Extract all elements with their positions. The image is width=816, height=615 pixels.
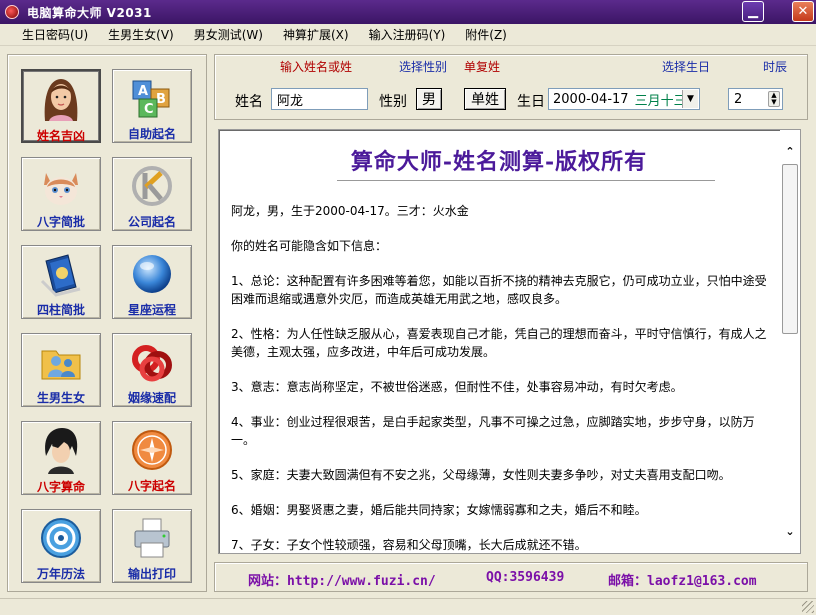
result-paragraph: 阿龙，男，生于2000-04-17。三才：火水金 [231, 204, 469, 218]
app-logo-icon[interactable] [5, 5, 19, 19]
result-paragraph: 7、子女：子女个性较顽强，容易和父母顶嘴，长大后成就还不错。 [231, 538, 587, 552]
tile-label: 万年历法 [36, 567, 85, 581]
tile-four-pillars[interactable]: 四柱简批 [21, 245, 101, 319]
tile-bazi-brief[interactable]: 八字简批 [21, 157, 101, 231]
menu-register[interactable]: 输入注册码(Y) [359, 26, 456, 43]
tile-label: 八字起名 [127, 479, 176, 493]
tile-label: 八字算命 [36, 480, 85, 494]
menu-birthday-code[interactable]: 生日密码(U) [12, 26, 98, 43]
tile-marriage-match[interactable]: 姻缘速配 [112, 333, 192, 407]
compass-icon [128, 426, 176, 473]
tile-label: 八字简批 [36, 215, 85, 229]
svg-text:A: A [138, 84, 148, 99]
surname-type-hint: 单复姓 [464, 60, 501, 74]
tile-company-naming[interactable]: 公司起名 [112, 157, 192, 231]
birthday-value: 2000-04-17 [553, 91, 629, 107]
minimize-icon: ▁ [748, 4, 758, 19]
tile-label: 姓名吉凶 [36, 129, 85, 143]
hour-hint: 时辰 [763, 60, 788, 74]
resize-grip-icon[interactable] [802, 601, 814, 613]
status-bar [0, 598, 816, 615]
girl-portrait-icon [37, 75, 85, 123]
globe-icon [128, 250, 176, 297]
title-divider [337, 180, 715, 181]
tile-label: 生男生女 [36, 391, 85, 405]
surname-type-button[interactable]: 单姓 [464, 88, 506, 110]
scroll-down-icon[interactable]: ⌄ [784, 526, 796, 538]
menu-bar: 生日密码(U) 生男生女(V) 男女测试(W) 神算扩展(X) 输入注册码(Y)… [0, 24, 816, 46]
qq-number: QQ:3596439 [486, 570, 565, 585]
app-window: 电脑算命大师 V2031 ▁ ✕ 生日密码(U) 生男生女(V) 男女测试(W)… [0, 0, 816, 615]
tile-label: 输出打印 [127, 567, 176, 581]
tile-name-fortune[interactable]: 姓名吉凶 [21, 69, 101, 143]
hour-spinner[interactable]: 2 ▲ ▼ [728, 88, 783, 110]
menu-boy-or-girl[interactable]: 生男生女(V) [98, 26, 184, 43]
tile-label: 公司起名 [127, 215, 176, 229]
tile-perpetual-calendar[interactable]: 万年历法 [21, 509, 101, 583]
disc-icon [37, 514, 85, 561]
result-paragraph: 1、总论：这种配置有许多困难等着您，如能以百折不挠的精神去克服它，仍可成功立业，… [231, 274, 767, 306]
result-paragraph: 你的姓名可能隐含如下信息： [231, 239, 388, 253]
vertical-scrollbar[interactable]: ⌃ ⌄ [780, 130, 800, 553]
printer-icon [128, 514, 176, 561]
main-panel: 输入姓名或姓 选择性别 单复姓 选择生日 时辰 姓名 阿龙 性别 男 单姓 生日… [214, 54, 808, 592]
rings-icon [128, 338, 176, 385]
abc-blocks-icon: A B C [128, 74, 176, 121]
result-paragraph: 3、意志：意志尚称坚定，不被世俗迷惑，但耐性不佳，处事容易冲动，有时欠考虑。 [231, 380, 683, 394]
title-bar[interactable]: 电脑算命大师 V2031 ▁ ✕ [0, 0, 816, 24]
birthday-picker[interactable]: 2000-04-17 三月十三 ▼ [548, 88, 700, 110]
result-body: 阿龙，男，生于2000-04-17。三才：火水金 你的姓名可能隐含如下信息： 1… [231, 202, 773, 553]
name-label: 姓名 [235, 94, 263, 110]
tile-self-naming[interactable]: A B C 自助起名 [112, 69, 192, 143]
website-link[interactable]: 网站：http://www.fuzi.cn/ [248, 570, 436, 589]
anime-boy-icon [37, 426, 85, 474]
tile-boy-or-girl[interactable]: 生男生女 [21, 333, 101, 407]
tile-bazi-fortune[interactable]: 八字算命 [21, 421, 101, 495]
minimize-button[interactable]: ▁ [742, 1, 764, 22]
chevron-down-icon[interactable]: ▼ [682, 90, 698, 108]
input-form: 输入姓名或姓 选择性别 单复姓 选择生日 时辰 姓名 阿龙 性别 男 单姓 生日… [214, 54, 808, 120]
gender-hint: 选择性别 [399, 60, 448, 74]
tile-horoscope[interactable]: 星座运程 [112, 245, 192, 319]
tile-print-output[interactable]: 输出打印 [112, 509, 192, 583]
name-input[interactable]: 阿龙 [271, 88, 368, 110]
result-paragraph: 6、婚姻：男娶贤惠之妻，婚后能共同持家；女嫁懦弱寡和之夫，婚后不和睦。 [231, 503, 647, 517]
footer-info: 网站：http://www.fuzi.cn/ QQ:3596439 邮箱：lao… [214, 562, 808, 592]
tile-label: 四柱简批 [36, 303, 85, 317]
hour-value: 2 [734, 91, 743, 107]
menu-attachments[interactable]: 附件(Z) [455, 26, 517, 43]
book-icon [37, 250, 85, 297]
result-paragraph: 2、性格：为人任性缺乏服从心，喜爱表现自己才能，凭自己的理想而奋斗，平时守信慎行… [231, 327, 767, 359]
kitten-icon [37, 162, 85, 209]
tile-label: 姻缘速配 [127, 391, 176, 405]
menu-extensions[interactable]: 神算扩展(X) [273, 26, 359, 43]
svg-text:C: C [144, 102, 154, 117]
result-paragraph: 4、事业：创业过程很艰苦，是白手起家类型，凡事不可操之过急，应脚踏实地，步步守身… [231, 415, 755, 447]
name-hint: 输入姓名或姓 [280, 60, 353, 74]
result-title: 算命大师-姓名测算-版权所有 [350, 149, 648, 175]
k-logo-icon [128, 162, 176, 209]
result-text-area[interactable]: 算命大师-姓名测算-版权所有 阿龙，男，生于2000-04-17。三才：火水金 … [218, 129, 801, 554]
birthday-label: 生日 [517, 94, 545, 110]
lunar-date: 三月十三 [634, 93, 687, 109]
scroll-up-icon[interactable]: ⌃ [784, 146, 796, 158]
tile-bazi-naming[interactable]: 八字起名 [112, 421, 192, 495]
email-link[interactable]: 邮箱：laofz1@163.com [608, 570, 757, 589]
window-title: 电脑算命大师 V2031 [27, 5, 152, 20]
people-folder-icon [37, 338, 85, 385]
function-panel: 姓名吉凶 A B C 自助起名 八字简批 公司起名 四柱简批 星座运程 生男生女… [7, 54, 207, 592]
result-paragraph: 5、家庭：夫妻大致圆满但有不安之兆，父母缘薄，女性则夫妻多争吵，对丈夫喜用支配口… [231, 468, 731, 482]
gender-label: 性别 [379, 94, 407, 110]
tile-label: 星座运程 [127, 303, 176, 317]
spinner-arrows-icon[interactable]: ▲ ▼ [768, 91, 780, 107]
birthday-hint: 选择生日 [662, 60, 711, 74]
scroll-thumb[interactable] [782, 164, 798, 334]
menu-gender-test[interactable]: 男女测试(W) [184, 26, 273, 43]
gender-button[interactable]: 男 [416, 88, 442, 110]
tile-label: 自助起名 [127, 127, 176, 141]
close-icon: ✕ [797, 4, 809, 19]
close-button[interactable]: ✕ [792, 1, 814, 22]
